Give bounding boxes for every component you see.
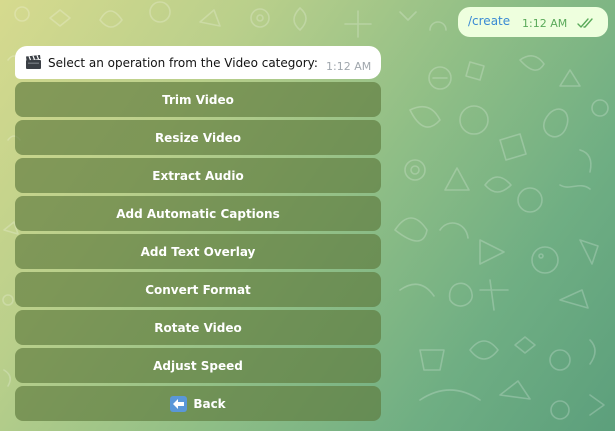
keyboard-button-rotate-video[interactable]: Rotate Video	[15, 310, 381, 345]
keyboard-button-extract-audio[interactable]: Extract Audio	[15, 158, 381, 193]
keyboard-button-add-automatic-captions[interactable]: Add Automatic Captions	[15, 196, 381, 231]
keyboard-button-adjust-speed[interactable]: Adjust Speed	[15, 348, 381, 383]
incoming-message-bubble: Select an operation from the Video categ…	[15, 46, 381, 79]
button-label: Add Text Overlay	[140, 244, 256, 259]
back-arrow-icon	[170, 395, 188, 412]
outgoing-message-bubble: /create 1:12 AM	[458, 7, 608, 37]
keyboard-button-resize-video[interactable]: Resize Video	[15, 120, 381, 155]
message-timestamp: 1:12 AM	[522, 17, 568, 30]
keyboard-button-add-text-overlay[interactable]: Add Text Overlay	[15, 234, 381, 269]
keyboard-button-trim-video[interactable]: Trim Video	[15, 82, 381, 117]
clapperboard-icon	[26, 55, 41, 69]
button-label: Back	[193, 396, 226, 411]
message-text: Select an operation from the Video categ…	[48, 56, 318, 70]
keyboard-button-convert-format[interactable]: Convert Format	[15, 272, 381, 307]
button-label: Adjust Speed	[153, 358, 243, 373]
message-timestamp: 1:12 AM	[326, 60, 372, 73]
double-check-icon	[577, 18, 593, 28]
button-label: Convert Format	[145, 282, 251, 297]
button-label: Rotate Video	[154, 320, 242, 335]
button-label: Resize Video	[154, 130, 242, 145]
button-label: Extract Audio	[152, 168, 244, 183]
command-link[interactable]: /create	[468, 14, 510, 28]
keyboard-button-back[interactable]: Back	[15, 386, 381, 421]
button-label: Add Automatic Captions	[116, 206, 280, 221]
button-label: Trim Video	[162, 92, 234, 107]
